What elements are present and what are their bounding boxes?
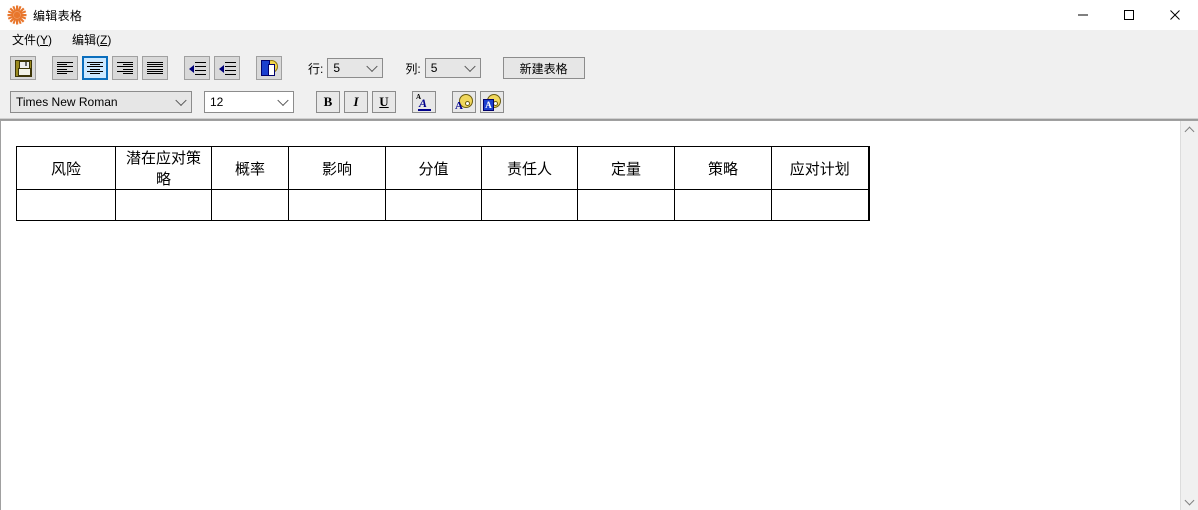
menu-item-file-label: 文件 bbox=[12, 33, 37, 47]
vertical-scrollbar[interactable] bbox=[1180, 121, 1198, 510]
table-cell[interactable] bbox=[481, 189, 578, 221]
menu-item-file-accel: Y bbox=[40, 33, 49, 47]
cols-select-value: 5 bbox=[430, 61, 438, 75]
window-title: 编辑表格 bbox=[33, 8, 83, 23]
chevron-down-icon bbox=[175, 94, 187, 107]
table-row bbox=[16, 189, 869, 221]
highlight-color-button[interactable]: A bbox=[480, 91, 504, 113]
window-controls bbox=[1060, 0, 1198, 30]
toolbar-main: 行: 5 列: 5 新建表格 bbox=[0, 50, 1198, 86]
table-cell[interactable] bbox=[16, 189, 116, 221]
table-cell[interactable] bbox=[211, 189, 289, 221]
align-right-icon bbox=[117, 61, 133, 75]
toolbar-format: Times New Roman 12 B I U AA A A bbox=[0, 86, 1198, 118]
chevron-down-icon bbox=[464, 60, 476, 73]
table-cell[interactable] bbox=[771, 189, 869, 221]
table-header-cell[interactable]: 概率 bbox=[211, 146, 289, 190]
text-color-icon: A bbox=[455, 93, 473, 111]
bold-button[interactable]: B bbox=[316, 91, 340, 113]
maximize-button[interactable] bbox=[1106, 0, 1152, 30]
italic-button[interactable]: I bbox=[344, 91, 368, 113]
table-header-cell[interactable]: 潜在应对策略 bbox=[115, 146, 212, 190]
underline-button[interactable]: U bbox=[372, 91, 396, 113]
align-justify-button[interactable] bbox=[142, 56, 168, 80]
align-center-button[interactable] bbox=[82, 56, 108, 80]
align-right-button[interactable] bbox=[112, 56, 138, 80]
table-cell[interactable] bbox=[385, 189, 482, 221]
menu-item-edit-accel: Z bbox=[100, 33, 108, 47]
menu-item-file[interactable]: 文件(Y) bbox=[8, 31, 60, 49]
close-button[interactable] bbox=[1152, 0, 1198, 30]
table-cell[interactable] bbox=[577, 189, 675, 221]
font-effect-button[interactable]: AA bbox=[412, 91, 436, 113]
rows-label: 行: bbox=[308, 61, 324, 76]
editor-window: 编辑表格 文件(Y) 编辑(Z) 行: 5 列: 5 新建表格 Times Ne… bbox=[0, 0, 1198, 510]
title-bar: 编辑表格 bbox=[0, 0, 1198, 30]
cols-select[interactable]: 5 bbox=[424, 58, 481, 78]
table-header-row: 风险 潜在应对策略 概率 影响 分值 责任人 定量 策略 应对计划 bbox=[16, 146, 869, 190]
table-header-cell[interactable]: 责任人 bbox=[481, 146, 578, 190]
decrease-indent-button[interactable] bbox=[184, 56, 210, 80]
table-header-cell[interactable]: 分值 bbox=[385, 146, 482, 190]
align-left-button[interactable] bbox=[52, 56, 78, 80]
insert-chart-button[interactable] bbox=[256, 56, 282, 80]
increase-indent-icon bbox=[218, 61, 236, 75]
font-size-value: 12 bbox=[210, 95, 224, 109]
menu-bar: 文件(Y) 编辑(Z) bbox=[0, 30, 1198, 50]
text-color-button[interactable]: A bbox=[452, 91, 476, 113]
font-size-select[interactable]: 12 bbox=[204, 91, 294, 113]
table-header-cell[interactable]: 定量 bbox=[577, 146, 675, 190]
menu-item-edit-label: 编辑 bbox=[72, 33, 97, 47]
table-header-cell[interactable]: 影响 bbox=[288, 146, 386, 190]
font-effect-icon: AA bbox=[415, 93, 433, 111]
align-left-icon bbox=[57, 61, 73, 75]
document-area: 风险 潜在应对策略 概率 影响 分值 责任人 定量 策略 应对计划 bbox=[0, 120, 1198, 510]
rows-select-value: 5 bbox=[333, 61, 341, 75]
table-cell[interactable] bbox=[674, 189, 772, 221]
table-cell[interactable] bbox=[288, 189, 386, 221]
scroll-down-arrow[interactable] bbox=[1181, 493, 1198, 510]
chevron-down-icon bbox=[277, 94, 289, 107]
cols-label: 列: bbox=[405, 61, 421, 76]
table-header-cell[interactable]: 风险 bbox=[16, 146, 116, 190]
align-center-icon bbox=[87, 61, 103, 75]
align-justify-icon bbox=[147, 61, 163, 75]
minimize-button[interactable] bbox=[1060, 0, 1106, 30]
table-cell[interactable] bbox=[115, 189, 212, 221]
save-button[interactable] bbox=[10, 56, 36, 80]
font-family-value: Times New Roman bbox=[16, 95, 118, 109]
app-starburst-icon bbox=[7, 5, 27, 25]
document-page[interactable]: 风险 潜在应对策略 概率 影响 分值 责任人 定量 策略 应对计划 bbox=[1, 121, 1180, 510]
chevron-down-icon bbox=[366, 60, 379, 73]
scroll-up-arrow[interactable] bbox=[1181, 121, 1198, 138]
risk-table[interactable]: 风险 潜在应对策略 概率 影响 分值 责任人 定量 策略 应对计划 bbox=[16, 146, 870, 221]
floppy-disk-icon bbox=[14, 59, 32, 77]
table-header-cell[interactable]: 策略 bbox=[674, 146, 772, 190]
increase-indent-button[interactable] bbox=[214, 56, 240, 80]
decrease-indent-icon bbox=[188, 61, 206, 75]
menu-item-edit[interactable]: 编辑(Z) bbox=[68, 31, 119, 49]
rows-select[interactable]: 5 bbox=[327, 58, 384, 78]
table-header-cell[interactable]: 应对计划 bbox=[771, 146, 869, 190]
chart-coin-icon bbox=[260, 60, 278, 76]
highlight-color-icon: A bbox=[483, 93, 501, 111]
font-family-select[interactable]: Times New Roman bbox=[10, 91, 192, 113]
new-table-button[interactable]: 新建表格 bbox=[502, 57, 585, 79]
